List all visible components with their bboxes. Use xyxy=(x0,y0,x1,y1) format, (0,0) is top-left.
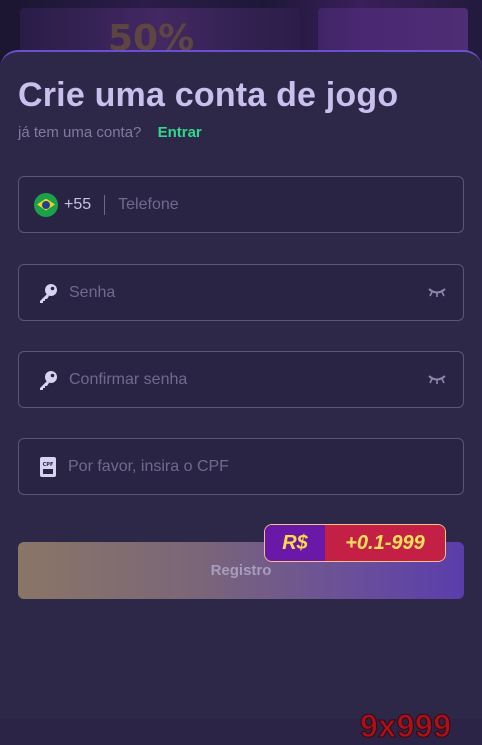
cpf-card-icon: CPF xyxy=(40,456,56,477)
key-icon xyxy=(40,283,57,303)
field-divider xyxy=(104,194,106,215)
page-title: Crie uma conta de jogo xyxy=(18,76,399,114)
eye-closed-icon[interactable] xyxy=(427,372,447,386)
confirm-password-input[interactable]: Confirmar senha xyxy=(69,371,187,389)
key-icon xyxy=(40,370,57,390)
site-logo-watermark: 9x999 xyxy=(359,708,452,745)
password-input[interactable]: Senha xyxy=(69,284,115,302)
have-account-text: já tem uma conta? xyxy=(18,124,142,141)
cpf-input[interactable]: Por favor, insira o CPF xyxy=(68,458,229,476)
login-prompt: já tem uma conta? Entrar xyxy=(18,124,202,141)
cpf-field[interactable]: CPF Por favor, insira o CPF xyxy=(18,438,464,495)
country-code[interactable]: +55 xyxy=(64,196,91,214)
register-sheet: Crie uma conta de jogo já tem uma conta?… xyxy=(0,50,482,745)
eye-closed-icon[interactable] xyxy=(427,285,447,299)
login-link[interactable]: Entrar xyxy=(158,124,202,141)
bonus-badge: R$ +0.1-999 xyxy=(264,524,446,562)
confirm-password-field[interactable]: Confirmar senha xyxy=(18,351,464,408)
bonus-amount: +0.1-999 xyxy=(325,525,445,561)
bonus-currency: R$ xyxy=(265,525,325,561)
phone-input[interactable]: Telefone xyxy=(118,196,179,214)
password-field[interactable]: Senha xyxy=(18,264,464,321)
brazil-flag-icon[interactable] xyxy=(34,192,58,217)
phone-field[interactable]: +55 Telefone xyxy=(18,176,464,233)
svg-text:CPF: CPF xyxy=(43,462,54,468)
